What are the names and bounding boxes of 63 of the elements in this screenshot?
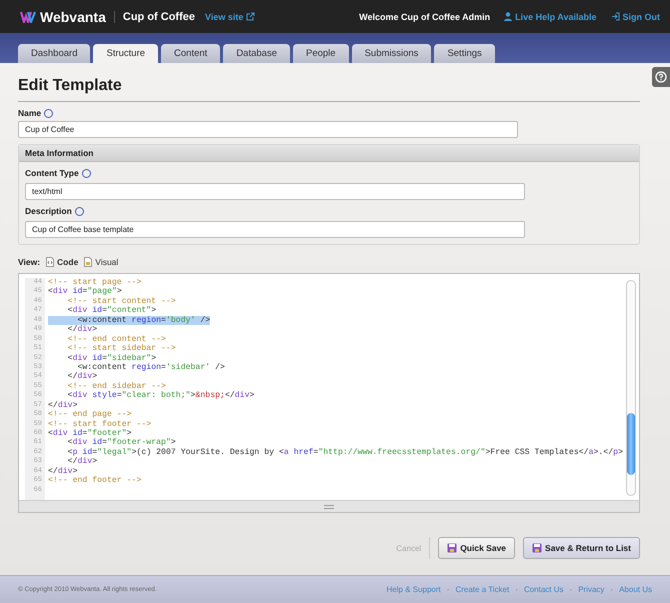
code-line: </div> xyxy=(48,400,78,410)
save-icon xyxy=(532,543,542,553)
nav-tab[interactable]: Dashboard xyxy=(18,44,90,63)
nav-tab[interactable]: Settings xyxy=(434,44,495,63)
resize-handle[interactable] xyxy=(19,500,639,512)
page-title: Edit Template xyxy=(18,71,640,102)
nav-tab[interactable]: Database xyxy=(223,44,290,63)
person-icon xyxy=(504,12,512,21)
panel-header: Meta Information xyxy=(19,145,639,162)
live-help-link[interactable]: Live Help Available xyxy=(504,12,596,22)
external-link-icon xyxy=(246,12,256,21)
code-line: <!-- start sidebar --> xyxy=(66,344,176,354)
view-site-link[interactable]: View site xyxy=(204,12,256,22)
separator-dot: · xyxy=(610,585,614,594)
code-line: <div id="content"> xyxy=(66,306,156,316)
view-option[interactable]: Code xyxy=(46,257,78,267)
quick-save-button[interactable]: Quick Save xyxy=(438,537,516,559)
code-line: </div> xyxy=(48,466,78,476)
field-label: Name xyxy=(18,108,42,118)
code-line: </div> xyxy=(66,372,98,382)
welcome-text: Welcome Cup of Coffee Admin xyxy=(359,12,490,22)
save-return-button[interactable]: Save & Return to List xyxy=(523,537,640,559)
code-line: <!-- end content --> xyxy=(66,334,166,344)
nav-tab[interactable]: Content xyxy=(161,44,220,63)
code-line: <!-- start footer --> xyxy=(48,420,152,429)
nav-tab[interactable]: People xyxy=(292,44,349,63)
field-label: Description xyxy=(25,206,72,216)
separator-dot: · xyxy=(570,585,572,594)
code-line: <div id="sidebar"> xyxy=(66,354,156,363)
separator-dot: · xyxy=(446,585,450,594)
code-line: <div id="footer"> xyxy=(48,429,132,438)
code-line: <div style="clear: both;">&nbsp;</div> xyxy=(66,391,254,401)
field-label: Content Type xyxy=(25,168,79,178)
nav-tab[interactable]: Structure xyxy=(93,44,158,63)
logo-icon xyxy=(20,10,36,22)
document-icon xyxy=(84,257,92,267)
nav-tab[interactable]: Submissions xyxy=(352,44,432,63)
help-tab[interactable] xyxy=(652,67,670,87)
code-line: <w:content region='sidebar' /> xyxy=(76,362,225,372)
scrollbar[interactable] xyxy=(626,280,636,496)
code-line: </div> xyxy=(66,457,98,467)
text-field[interactable]: text/html xyxy=(25,183,525,200)
code-line: <!-- end sidebar --> xyxy=(66,382,166,391)
sign-out-link[interactable]: Sign Out xyxy=(610,12,660,22)
code-line: <p id="legal">(c) 2007 YourSite. Design by <a href="http://www.freecsstemplates.org/">Free CSS Templates</a>.</p> xyxy=(66,448,623,457)
code-line: <div id="footer-wrap"> xyxy=(66,438,176,448)
code-line: <!-- end footer --> xyxy=(48,476,142,486)
code-line: </div> xyxy=(66,325,98,335)
document-icon xyxy=(46,257,54,267)
name-field[interactable]: Cup of Coffee xyxy=(18,121,518,138)
code-line: <!-- start content --> xyxy=(66,296,176,306)
code-line: <!-- start page --> xyxy=(48,278,142,287)
code-line: <div id="page"> xyxy=(48,287,122,297)
view-option[interactable]: Visual xyxy=(84,257,118,267)
text-field[interactable]: Cup of Coffee base template xyxy=(25,221,525,238)
brand-name: Webvanta xyxy=(40,8,106,24)
code-line: <!-- end page --> xyxy=(48,410,132,420)
site-name: Cup of Coffee xyxy=(114,10,195,22)
grip-icon xyxy=(324,504,334,508)
separator-dot: · xyxy=(515,585,518,594)
save-icon xyxy=(447,543,458,553)
sign-out-icon xyxy=(610,12,620,21)
view-label: View: xyxy=(18,257,40,267)
